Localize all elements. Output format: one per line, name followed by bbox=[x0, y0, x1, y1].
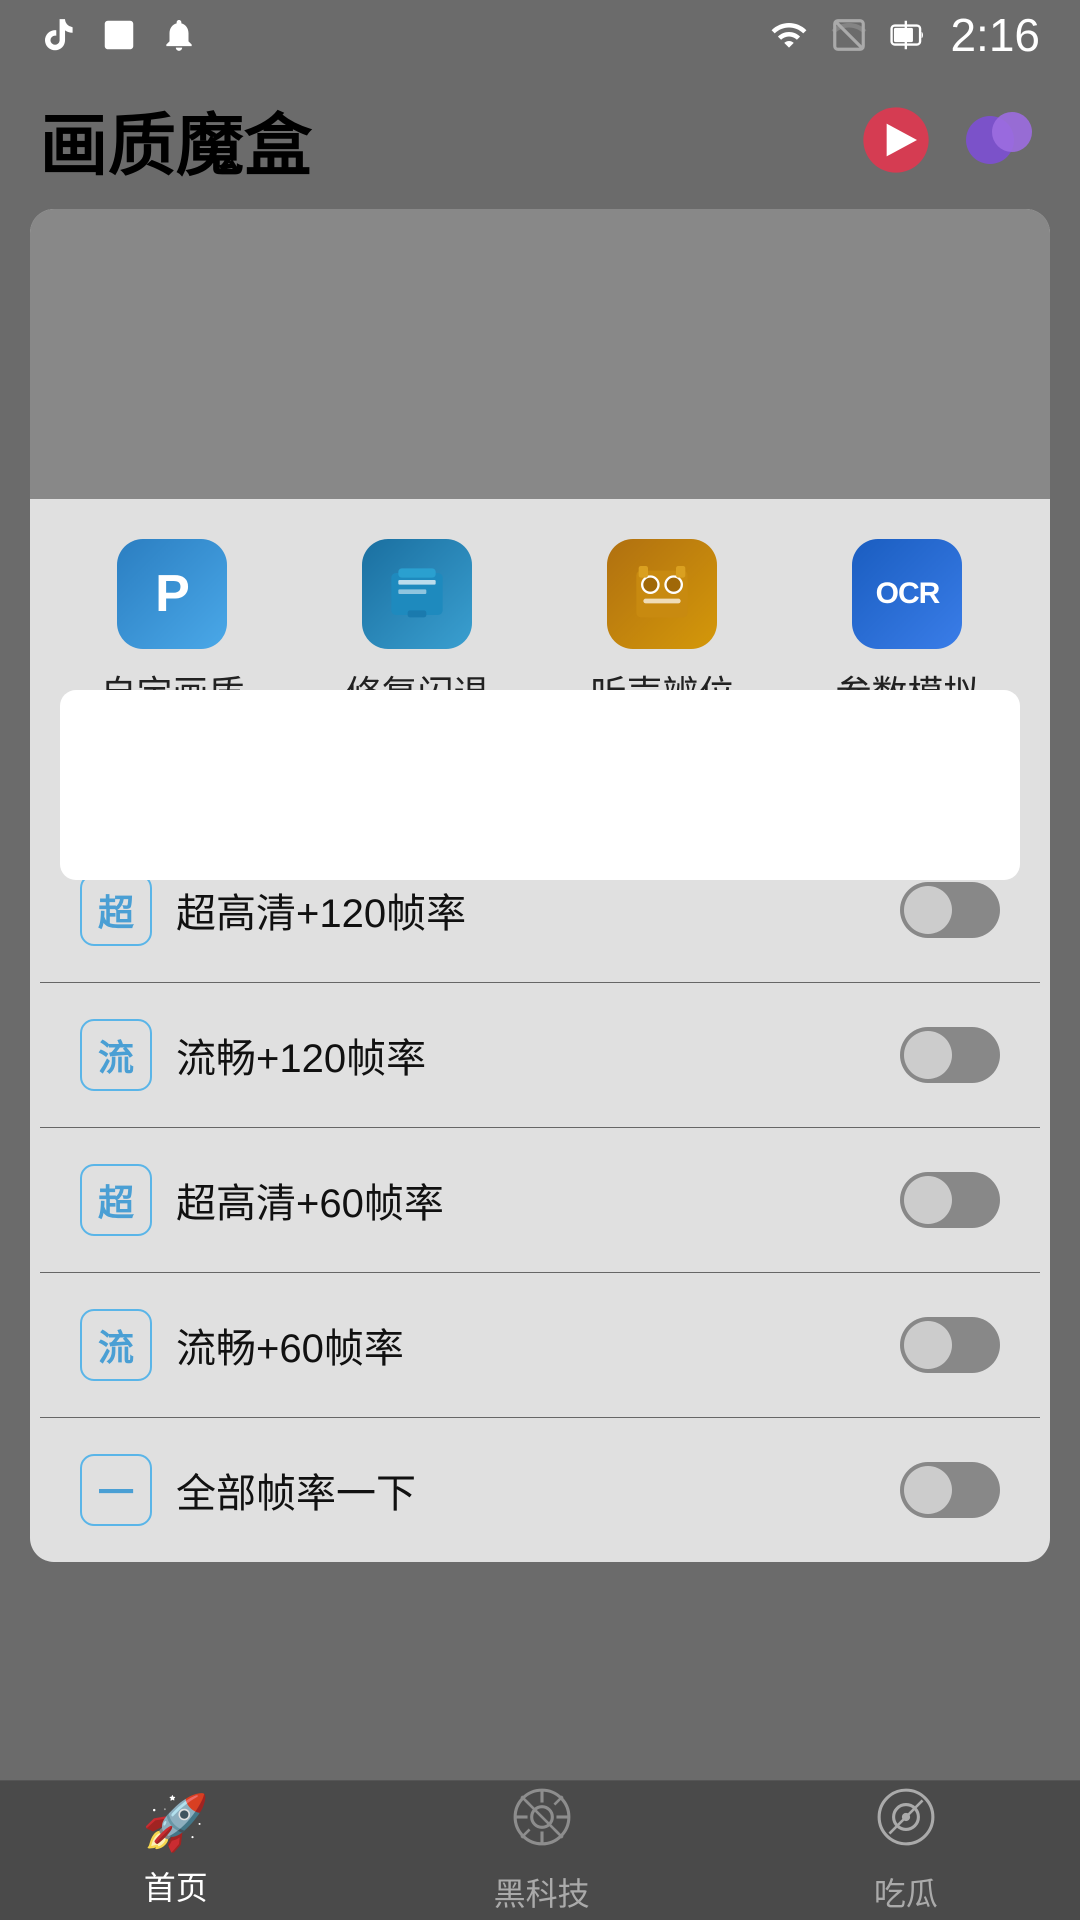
tech-icon bbox=[511, 1786, 573, 1861]
image-icon bbox=[100, 16, 138, 54]
main-content: P 自定画质 修复闪退 bbox=[30, 209, 1050, 1562]
quality-badge-2: 超 bbox=[80, 1164, 152, 1236]
toggle-3[interactable] bbox=[900, 1317, 1000, 1373]
quality-item-3[interactable]: 流 流畅+60帧率 bbox=[40, 1273, 1040, 1418]
tiktok-icon bbox=[40, 16, 78, 54]
nav-item-home[interactable]: 🚀 首页 bbox=[142, 1792, 209, 1909]
header-icons bbox=[856, 100, 1040, 180]
home-label: 首页 bbox=[144, 1863, 208, 1909]
nav-item-melon[interactable]: 吃瓜 bbox=[874, 1786, 938, 1915]
toggle-0[interactable] bbox=[900, 882, 1000, 938]
param-sim-icon: OCR bbox=[852, 539, 962, 649]
toggle-1[interactable] bbox=[900, 1027, 1000, 1083]
quality-label-2: 超高清+60帧率 bbox=[176, 1171, 876, 1229]
status-bar: 2:16 bbox=[0, 0, 1080, 70]
quality-item-2[interactable]: 超 超高清+60帧率 bbox=[40, 1128, 1040, 1273]
toggle-2[interactable] bbox=[900, 1172, 1000, 1228]
status-left bbox=[40, 16, 198, 54]
play-button[interactable] bbox=[856, 100, 936, 180]
tech-label: 黑科技 bbox=[494, 1869, 590, 1915]
white-overlay-dialog bbox=[60, 690, 1020, 880]
signal-icon bbox=[830, 16, 868, 54]
quality-item-4[interactable]: 一 全部帧率一下 bbox=[40, 1418, 1040, 1562]
audio-locate-icon bbox=[607, 539, 717, 649]
status-time: 2:16 bbox=[950, 8, 1040, 62]
quality-list: 超 超高清+120帧率 流 流畅+120帧率 超 超高清+60帧率 bbox=[30, 838, 1050, 1562]
quality-badge-0: 超 bbox=[80, 874, 152, 946]
fix-crash-icon bbox=[362, 539, 472, 649]
melon-icon bbox=[875, 1786, 937, 1861]
app-title: 画质魔盒 bbox=[40, 90, 312, 189]
quality-label-1: 流畅+120帧率 bbox=[176, 1026, 876, 1084]
quality-label-4: 全部帧率一下 bbox=[176, 1461, 876, 1519]
quality-item-1[interactable]: 流 流畅+120帧率 bbox=[40, 983, 1040, 1128]
profile-button[interactable] bbox=[960, 100, 1040, 180]
quality-label-3: 流畅+60帧率 bbox=[176, 1316, 876, 1374]
melon-label: 吃瓜 bbox=[874, 1869, 938, 1915]
home-icon: 🚀 bbox=[142, 1792, 209, 1855]
toggle-4[interactable] bbox=[900, 1462, 1000, 1518]
bottom-nav: 🚀 首页 黑科技 bbox=[0, 1780, 1080, 1920]
banner-area bbox=[30, 209, 1050, 499]
battery-icon bbox=[886, 16, 932, 54]
app-header: 画质魔盒 bbox=[0, 70, 1080, 209]
custom-quality-icon: P bbox=[117, 539, 227, 649]
nav-item-tech[interactable]: 黑科技 bbox=[494, 1786, 590, 1915]
quality-badge-3: 流 bbox=[80, 1309, 152, 1381]
status-right: 2:16 bbox=[766, 8, 1040, 62]
notification-icon bbox=[160, 16, 198, 54]
quality-badge-4: 一 bbox=[80, 1454, 152, 1526]
quality-badge-1: 流 bbox=[80, 1019, 152, 1091]
quality-label-0: 超高清+120帧率 bbox=[176, 881, 876, 939]
wifi-icon bbox=[766, 16, 812, 54]
